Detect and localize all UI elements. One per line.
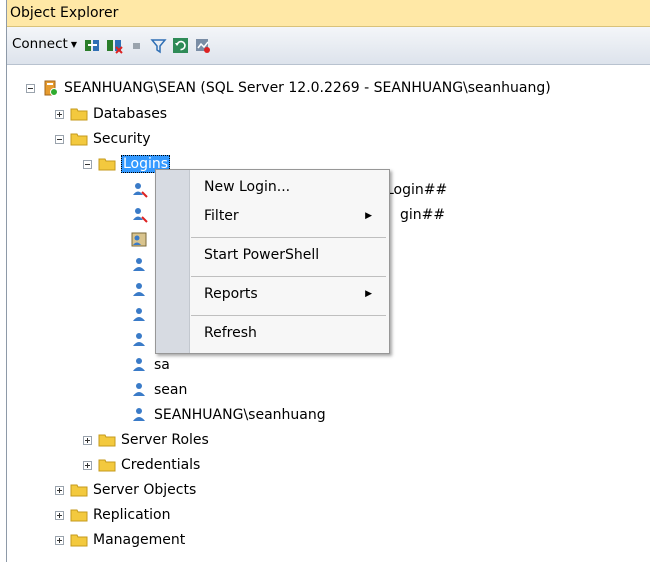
filter-icon[interactable] [150,36,168,54]
menu-item-label: New Login... [204,179,291,195]
folder-icon [70,507,88,523]
login-item-label: Login## [386,182,448,198]
replication-label: Replication [93,507,171,523]
collapse-icon[interactable] [26,83,35,93]
login-item[interactable] [131,303,154,327]
panel-title: Object Explorer [7,0,650,27]
menu-item-label: Reports [204,286,258,302]
folder-icon [98,432,116,448]
server-label: SEANHUANG\SEAN (SQL Server 12.0.2269 - S… [64,80,551,96]
menu-separator [191,276,386,277]
credentials-label: Credentials [121,457,201,473]
login-user-icon [131,332,149,348]
login-item[interactable] [131,278,154,302]
databases-label: Databases [93,106,168,122]
tree-node-databases[interactable]: Databases [55,102,167,126]
connect-button[interactable]: Connect ▼ [9,36,80,52]
login-item-label: sean [154,382,188,398]
login-user-icon [131,357,149,373]
login-item[interactable]: sa [131,353,170,377]
login-user-icon [131,382,149,398]
menu-separator [191,237,386,238]
login-user-icon [131,407,149,423]
server-icon [41,80,59,96]
folder-icon [98,457,116,473]
login-user-icon [131,307,149,323]
tree-node-credentials[interactable]: Credentials [83,453,200,477]
login-disabled-icon [131,207,149,223]
menu-gutter [156,170,190,353]
menu-item-label: Start PowerShell [204,247,320,263]
folder-icon [70,532,88,548]
tree-node-replication[interactable]: Replication [55,503,170,527]
expand-icon[interactable] [55,109,64,119]
menu-item-filter[interactable]: Filter ▶ [204,205,374,227]
login-disabled-icon [131,182,149,198]
panel-title-text: Object Explorer [10,5,119,21]
expand-icon[interactable] [55,535,64,545]
refresh-icon[interactable] [172,36,190,54]
toolbar: Connect ▼ [7,27,650,65]
disconnect-icon[interactable] [106,36,124,54]
server-roles-label: Server Roles [121,432,209,448]
security-label: Security [93,131,151,147]
login-item-label: SEANHUANG\seanhuang [154,407,326,423]
login-item[interactable] [131,228,154,252]
login-item[interactable] [131,328,154,352]
tree-node-management[interactable]: Management [55,528,185,552]
folder-icon [70,131,88,147]
expand-icon[interactable] [55,510,64,520]
menu-item-refresh[interactable]: Refresh [204,322,374,344]
chevron-down-icon: ▼ [70,39,77,49]
folder-icon [70,482,88,498]
tree-node-server[interactable]: SEANHUANG\SEAN (SQL Server 12.0.2269 - S… [26,76,551,100]
tree-node-security[interactable]: Security [55,127,151,151]
management-label: Management [93,532,186,548]
activity-icon[interactable] [194,36,212,54]
menu-item-label: Refresh [204,325,257,341]
folder-icon [98,156,116,172]
menu-item-start-powershell[interactable]: Start PowerShell [204,244,374,266]
expand-icon[interactable] [83,460,92,470]
collapse-icon[interactable] [55,134,64,144]
expand-icon[interactable] [55,485,64,495]
login-item[interactable] [131,253,154,277]
submenu-arrow-icon: ▶ [365,211,372,221]
menu-item-label: Filter [204,208,239,224]
folder-icon [70,106,88,122]
connect-db-icon[interactable] [84,36,102,54]
submenu-arrow-icon: ▶ [365,289,372,299]
expand-icon[interactable] [83,435,92,445]
login-item-label: sa [154,357,170,373]
stop-icon[interactable] [128,36,146,54]
login-item[interactable]: SEANHUANG\seanhuang [131,403,326,427]
menu-item-reports[interactable]: Reports ▶ [204,283,374,305]
menu-item-new-login[interactable]: New Login... [204,176,374,198]
tree-node-server-roles[interactable]: Server Roles [83,428,209,452]
menu-separator [191,315,386,316]
login-item-label: gin## [400,207,446,223]
login-user-icon [131,282,149,298]
login-user-icon [131,257,149,273]
login-group-icon [131,232,149,248]
login-item[interactable]: sean [131,378,187,402]
context-menu: New Login... Filter ▶ Start PowerShell R… [155,169,390,354]
connect-label: Connect [12,36,68,52]
server-objects-label: Server Objects [93,482,197,498]
collapse-icon[interactable] [83,159,92,169]
tree-node-server-objects[interactable]: Server Objects [55,478,196,502]
